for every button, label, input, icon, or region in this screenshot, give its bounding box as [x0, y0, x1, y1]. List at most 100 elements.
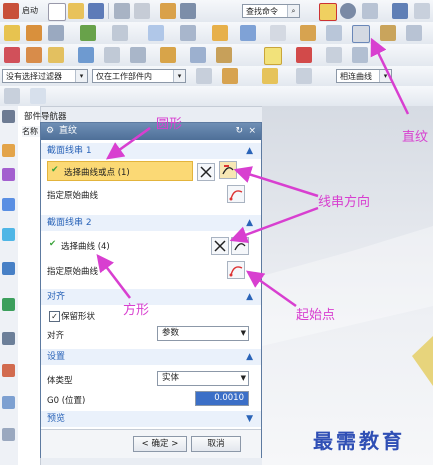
- g0-tolerance-input[interactable]: 0.0010: [195, 391, 249, 406]
- chevron-up-icon[interactable]: ▲: [246, 215, 253, 231]
- arc-icon[interactable]: [26, 47, 42, 63]
- check-icon: ✔: [51, 165, 59, 175]
- settings-icon[interactable]: [2, 110, 15, 123]
- align-value: 参数: [162, 328, 180, 338]
- section2-select-label[interactable]: 选择曲线 (4): [61, 240, 110, 252]
- chevron-down-icon[interactable]: ▼: [246, 411, 253, 427]
- g0-value: 0.0010: [214, 393, 244, 403]
- assembly-navigator-icon[interactable]: [2, 168, 15, 181]
- curve-rule-icon[interactable]: [262, 68, 278, 84]
- align-header[interactable]: 对齐 ▲: [41, 289, 261, 305]
- utility-icon[interactable]: [4, 88, 20, 104]
- keep-shape-checkbox[interactable]: ✓: [49, 311, 60, 322]
- history-icon[interactable]: [2, 298, 15, 311]
- clock-icon[interactable]: [2, 332, 15, 345]
- mirror-icon[interactable]: [300, 25, 316, 41]
- align-dropdown[interactable]: 参数 ▼: [157, 326, 249, 341]
- text-icon[interactable]: [104, 47, 120, 63]
- redo-icon[interactable]: [134, 3, 150, 19]
- cancel-button[interactable]: 取消: [191, 436, 241, 452]
- tool-icon[interactable]: [160, 3, 176, 19]
- chevron-down-icon: ▼: [240, 329, 246, 337]
- extrude-icon[interactable]: [26, 25, 42, 41]
- zoom-icon[interactable]: [362, 3, 378, 19]
- settings-header[interactable]: 设置 ▲: [41, 349, 261, 365]
- navigator-name-column[interactable]: 名称: [22, 126, 40, 137]
- point-icon[interactable]: [78, 47, 94, 63]
- undo-icon[interactable]: [114, 3, 130, 19]
- datum-icon[interactable]: [80, 25, 96, 41]
- boss-icon[interactable]: [148, 25, 164, 41]
- search-icon[interactable]: ⌕: [287, 5, 299, 17]
- line-icon[interactable]: [4, 47, 20, 63]
- roles-icon[interactable]: [2, 396, 15, 409]
- body-type-dropdown[interactable]: 实体 ▼: [157, 371, 249, 386]
- analysis-icon[interactable]: [326, 47, 342, 63]
- utility-icon[interactable]: [30, 88, 46, 104]
- process-icon[interactable]: [2, 364, 15, 377]
- open-folder-icon[interactable]: [68, 3, 84, 19]
- fit-view-icon[interactable]: [319, 3, 337, 21]
- graphics-window[interactable]: [262, 106, 433, 465]
- close-icon[interactable]: ×: [248, 123, 256, 140]
- trim-body-icon[interactable]: [270, 25, 286, 41]
- gear-icon[interactable]: ⚙: [46, 123, 54, 140]
- revolve-icon[interactable]: [48, 25, 64, 41]
- part-navigator-icon[interactable]: [2, 144, 15, 157]
- select-curve-or-point-row[interactable]: ✔ 选择曲线或点 (1): [47, 161, 193, 181]
- preview-title: 预览: [47, 414, 66, 424]
- snap-point-icon[interactable]: [222, 68, 238, 84]
- constraint-navigator-icon[interactable]: [2, 198, 15, 211]
- start-menu[interactable]: 启动: [22, 5, 38, 16]
- snap-icon[interactable]: [352, 47, 368, 63]
- curve-chain-icon[interactable]: [264, 47, 282, 65]
- selection-filter-dropdown[interactable]: 没有选择过滤器 ▾: [2, 69, 88, 83]
- swept-icon[interactable]: [406, 25, 422, 41]
- save-icon[interactable]: [88, 3, 104, 19]
- through-curves-icon[interactable]: [380, 25, 396, 41]
- shell-icon[interactable]: [240, 25, 256, 41]
- section1-header[interactable]: 截面线串 1 ▲: [41, 143, 261, 159]
- edge-blend-icon[interactable]: [180, 25, 196, 41]
- system-icon[interactable]: [2, 428, 15, 441]
- section2-header[interactable]: 截面线串 2 ▲: [41, 215, 261, 231]
- rectangle-icon[interactable]: [48, 47, 64, 63]
- app-logo-icon[interactable]: [3, 3, 19, 19]
- reverse-direction-icon[interactable]: [211, 237, 229, 255]
- select-curve-icon[interactable]: [219, 161, 237, 179]
- pattern-icon[interactable]: [326, 25, 342, 41]
- selection-scope-dropdown[interactable]: 仅在工作部件内 ▾: [92, 69, 186, 83]
- sketch-icon[interactable]: [4, 25, 20, 41]
- intersection-curve-icon[interactable]: [216, 47, 232, 63]
- rotate-view-icon[interactable]: [340, 3, 356, 19]
- window-icon[interactable]: [180, 3, 196, 19]
- new-file-icon[interactable]: [48, 3, 66, 21]
- origin-curve-icon[interactable]: [227, 185, 245, 203]
- chevron-up-icon[interactable]: ▲: [246, 289, 253, 305]
- project-curve-icon[interactable]: [190, 47, 206, 63]
- annotation-direction: 线串方向: [318, 195, 371, 210]
- helix-icon[interactable]: [130, 47, 146, 63]
- origin-curve-icon[interactable]: [227, 261, 245, 279]
- select-curve-icon[interactable]: [231, 237, 249, 255]
- offset-curve-icon[interactable]: [160, 47, 176, 63]
- hole-icon[interactable]: [112, 25, 128, 41]
- reverse-direction-icon[interactable]: [197, 163, 215, 181]
- ok-button[interactable]: < 确定 >: [133, 436, 187, 452]
- palette-icon[interactable]: [2, 228, 15, 241]
- web-browser-icon[interactable]: [2, 262, 15, 275]
- ruled-surface-icon[interactable]: [352, 25, 370, 43]
- display-mode-icon[interactable]: [414, 3, 430, 19]
- cube-view-icon[interactable]: [392, 3, 408, 19]
- filter-icon[interactable]: [196, 68, 212, 84]
- curve-rule-dropdown[interactable]: 相连曲线 ▾: [336, 69, 392, 83]
- model-view: [262, 226, 433, 386]
- chevron-up-icon[interactable]: ▲: [246, 349, 253, 365]
- chevron-up-icon[interactable]: ▲: [246, 143, 253, 159]
- chamfer-icon[interactable]: [212, 25, 228, 41]
- command-search-input[interactable]: 查找命令 ⌕: [242, 4, 300, 18]
- selection-mode-icon[interactable]: [296, 68, 312, 84]
- preview-header[interactable]: 预览 ▼: [41, 411, 261, 427]
- reset-icon[interactable]: ↻: [235, 123, 243, 140]
- measure-icon[interactable]: [296, 47, 312, 63]
